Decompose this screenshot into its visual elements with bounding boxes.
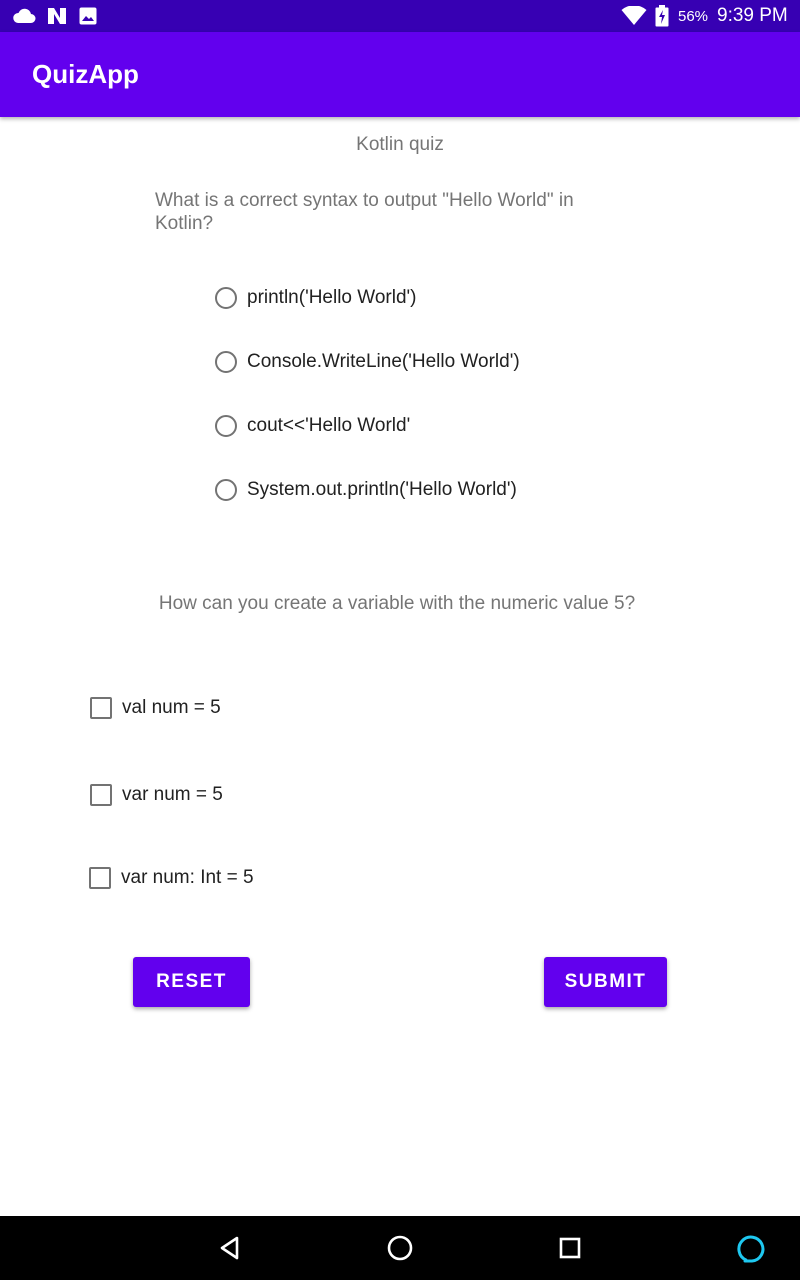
back-icon[interactable] (200, 1216, 260, 1280)
checkbox[interactable] (90, 784, 112, 806)
q2-option-2-label: var num = 5 (122, 784, 223, 805)
n-notification-icon (46, 0, 68, 32)
radio-button[interactable] (215, 415, 237, 437)
checkbox[interactable] (90, 697, 112, 719)
question-1: What is a correct syntax to output "Hell… (155, 190, 574, 234)
q1-option-1-label: println('Hello World') (247, 287, 417, 308)
q1-option-4[interactable]: System.out.println('Hello World') (215, 477, 517, 503)
q2-option-3[interactable]: var num: Int = 5 (89, 865, 254, 891)
submit-button[interactable]: SUBMIT (544, 957, 667, 1007)
radio-button[interactable] (215, 479, 237, 501)
status-bar: 56% 9:39 PM (0, 0, 800, 32)
clock: 9:39 PM (717, 5, 788, 26)
cloud-icon (12, 0, 36, 32)
q2-option-1-label: val num = 5 (122, 697, 221, 718)
q1-option-2-label: Console.WriteLine('Hello World') (247, 351, 520, 372)
battery-icon (655, 0, 669, 32)
q2-option-2[interactable]: var num = 5 (90, 782, 223, 808)
home-icon[interactable] (370, 1216, 430, 1280)
radio-button[interactable] (215, 351, 237, 373)
wifi-icon (621, 0, 647, 32)
checkbox[interactable] (89, 867, 111, 889)
q1-option-2[interactable]: Console.WriteLine('Hello World') (215, 349, 520, 375)
navigation-bar (0, 1216, 800, 1280)
app-title: QuizApp (32, 59, 139, 89)
q1-option-3[interactable]: cout<<'Hello World' (215, 413, 410, 439)
q1-option-3-label: cout<<'Hello World' (247, 415, 411, 436)
assistant-icon[interactable] (722, 1216, 782, 1280)
recents-icon[interactable] (540, 1216, 600, 1280)
quiz-heading: Kotlin quiz (356, 134, 444, 155)
image-icon (79, 0, 97, 32)
q1-option-1[interactable]: println('Hello World') (215, 285, 417, 311)
battery-percent: 56% (678, 7, 709, 25)
reset-button[interactable]: RESET (133, 957, 250, 1007)
q2-option-1[interactable]: val num = 5 (90, 695, 221, 721)
radio-button[interactable] (215, 287, 237, 309)
app-bar: QuizApp (0, 32, 800, 117)
q2-option-3-label: var num: Int = 5 (121, 867, 254, 888)
q1-option-4-label: System.out.println('Hello World') (247, 479, 517, 500)
question-2: How can you create a variable with the n… (158, 593, 636, 614)
